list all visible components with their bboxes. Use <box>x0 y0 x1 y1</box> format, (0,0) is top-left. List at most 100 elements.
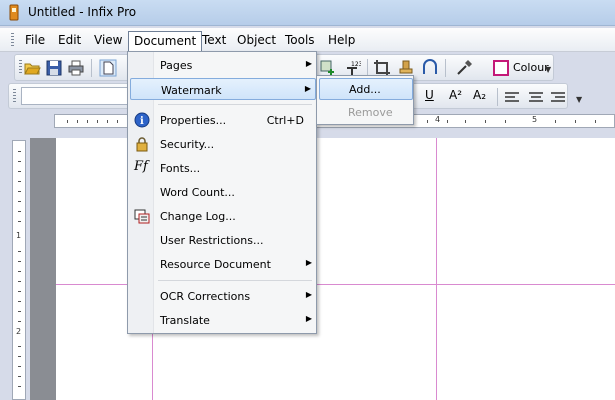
curve-icon[interactable] <box>421 59 439 77</box>
menu-item-word-count[interactable]: Word Count... <box>130 181 316 203</box>
menu-item-label: Word Count... <box>160 186 235 199</box>
submenu-item-label: Add... <box>349 83 381 96</box>
menu-item-fonts[interactable]: Ff Fonts... <box>130 157 316 179</box>
ruler-tick <box>18 281 21 282</box>
lock-icon <box>136 137 148 152</box>
menu-tools[interactable]: Tools <box>280 31 320 50</box>
ruler-number: 5 <box>532 115 538 124</box>
submenu-arrow-icon: ▶ <box>305 314 312 323</box>
menu-item-label: Properties... <box>160 114 227 127</box>
ruler-tick <box>18 251 21 252</box>
superscript-button[interactable]: A² <box>449 88 462 102</box>
ruler-tick <box>18 291 21 292</box>
menu-view[interactable]: View <box>89 31 127 50</box>
menu-item-translate[interactable]: Translate ▶ <box>130 309 316 331</box>
menu-item-user-restrictions[interactable]: User Restrictions... <box>130 229 316 251</box>
ruler-tick <box>87 120 88 123</box>
menu-item-security[interactable]: Security... <box>130 133 316 155</box>
toolbar-separator <box>445 59 446 77</box>
menu-bar: File Edit View Document Text Object Tool… <box>0 28 615 53</box>
submenu-arrow-icon: ▶ <box>305 59 312 68</box>
ruler-tick <box>18 356 21 357</box>
ruler-number: 2 <box>16 327 22 336</box>
menu-item-properties[interactable]: i Properties... Ctrl+D <box>130 109 316 131</box>
menu-edit[interactable]: Edit <box>53 31 86 50</box>
info-glyph: i <box>140 116 144 127</box>
menu-help[interactable]: Help <box>323 31 360 50</box>
underline-button[interactable]: U <box>425 88 434 102</box>
ruler-number: 1 <box>16 231 22 240</box>
menu-item-label: User Restrictions... <box>160 234 264 247</box>
toolbar-overflow-icon[interactable]: ▼ <box>545 65 551 74</box>
infix-app-icon <box>9 4 19 21</box>
toolbar-grip[interactable] <box>19 60 22 75</box>
menu-item-resource-document[interactable]: Resource Document ▶ <box>130 253 316 275</box>
format-overflow-icon[interactable]: ▼ <box>576 95 582 104</box>
ruler-tick <box>107 120 108 123</box>
ruler-tick <box>427 120 428 123</box>
ruler-tick <box>18 221 21 222</box>
ruler-tick <box>18 161 21 162</box>
submenu-item-add[interactable]: Add... <box>319 78 413 100</box>
menu-item-watermark[interactable]: Watermark ▶ <box>130 78 316 100</box>
document-menu: Pages ▶ Watermark ▶ i Properties... Ctrl… <box>127 51 317 334</box>
menu-item-change-log[interactable]: Change Log... <box>130 205 316 227</box>
open-folder-icon[interactable] <box>23 59 41 77</box>
print-icon[interactable] <box>67 59 85 77</box>
font-icon: Ff <box>134 159 148 174</box>
ruler-tick <box>465 120 466 123</box>
ruler-tick <box>18 386 21 387</box>
ruler-tick <box>77 120 78 123</box>
menu-text[interactable]: Text <box>197 31 231 50</box>
ruler-tick <box>18 376 21 377</box>
toolbar-grip[interactable] <box>13 89 16 104</box>
guide-line[interactable] <box>436 138 437 400</box>
info-icon: i <box>134 112 150 128</box>
ruler-number: 4 <box>435 115 441 124</box>
font-combo[interactable] <box>21 87 137 105</box>
change-log-icon <box>134 209 150 224</box>
submenu-item-remove: Remove <box>319 102 413 124</box>
menu-document[interactable]: Document <box>128 31 203 53</box>
menu-separator <box>158 104 312 105</box>
menu-item-label: Translate <box>160 314 210 327</box>
watermark-submenu: Add... Remove <box>316 75 414 125</box>
menu-item-label: Security... <box>160 138 215 151</box>
vertical-ruler[interactable]: 1 2 <box>12 140 26 400</box>
ruler-tick <box>18 271 21 272</box>
ruler-tick <box>117 120 118 123</box>
ruler-tick <box>505 120 506 123</box>
menu-file[interactable]: File <box>20 31 50 50</box>
save-icon[interactable] <box>45 59 63 77</box>
menu-item-ocr-corrections[interactable]: OCR Corrections ▶ <box>130 285 316 307</box>
ruler-tick <box>97 120 98 123</box>
menu-object[interactable]: Object <box>232 31 281 50</box>
ruler-tick <box>18 346 21 347</box>
colour-label[interactable]: Colour <box>513 61 549 74</box>
window-title: Untitled - Infix Pro <box>28 5 137 19</box>
colour-swatch[interactable] <box>493 60 509 76</box>
eyedropper-icon[interactable] <box>455 59 473 77</box>
ruler-tick <box>555 120 556 123</box>
subscript-button[interactable]: A₂ <box>473 88 486 102</box>
menu-item-label: Change Log... <box>160 210 236 223</box>
ruler-tick <box>447 120 448 123</box>
menu-item-label: Watermark <box>161 84 222 97</box>
ruler-tick <box>18 261 21 262</box>
submenu-arrow-icon: ▶ <box>304 84 311 93</box>
toolbar-separator <box>497 88 498 106</box>
page-margin-shadow <box>30 138 56 400</box>
page-icon[interactable] <box>99 59 117 77</box>
ruler-tick <box>18 191 21 192</box>
submenu-arrow-icon: ▶ <box>305 290 312 299</box>
menu-item-label: Resource Document <box>160 258 271 271</box>
ruler-tick <box>18 201 21 202</box>
ruler-tick <box>18 171 21 172</box>
align-center-icon[interactable] <box>527 88 545 106</box>
align-right-icon[interactable] <box>549 88 567 106</box>
ruler-tick <box>18 211 21 212</box>
menubar-grip[interactable] <box>11 33 14 48</box>
menu-item-pages[interactable]: Pages ▶ <box>130 54 316 76</box>
ruler-tick <box>18 311 21 312</box>
align-left-icon[interactable] <box>503 88 521 106</box>
